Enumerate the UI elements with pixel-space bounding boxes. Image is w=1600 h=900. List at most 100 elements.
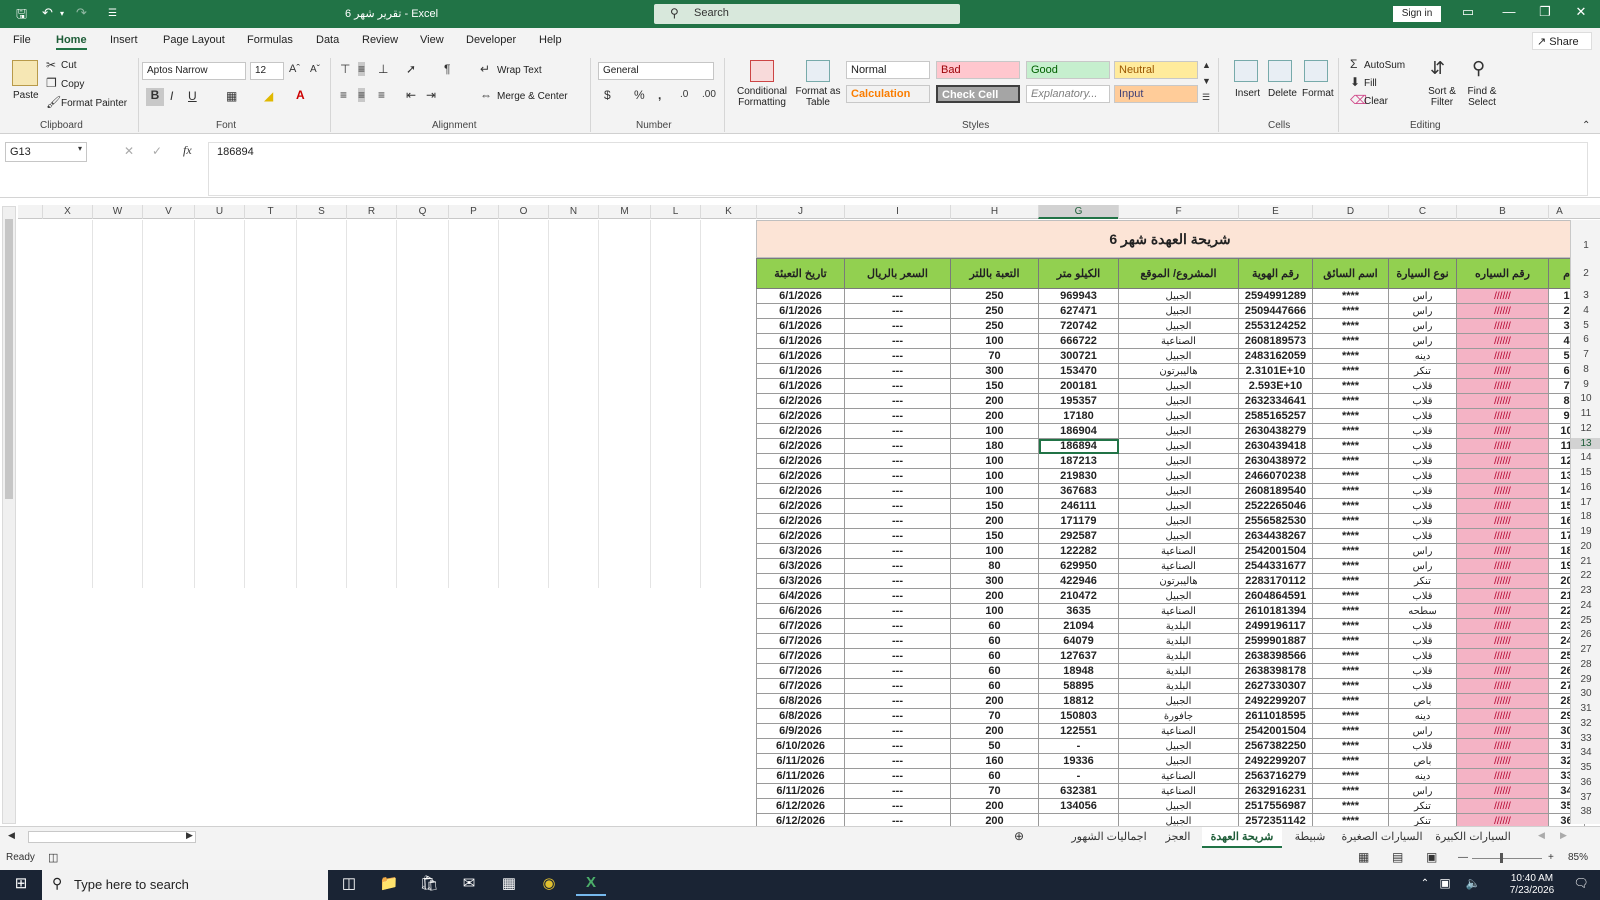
table-cell[interactable]: ////// (1456, 318, 1549, 334)
italic-icon[interactable]: I (170, 89, 173, 103)
row-header[interactable]: 7 (1571, 349, 1600, 360)
table-cell[interactable]: 2553124252 (1238, 318, 1313, 334)
table-cell[interactable]: --- (844, 618, 951, 634)
table-cell[interactable]: 50 (950, 738, 1039, 754)
find-select-button[interactable]: Find & Select (1462, 86, 1502, 108)
column-header[interactable]: T (244, 205, 296, 219)
table-cell[interactable]: قلاب (1388, 468, 1457, 484)
table-cell[interactable]: 200 (950, 588, 1039, 604)
conditional-formatting-button[interactable]: Conditional Formatting (734, 86, 790, 108)
table-cell[interactable]: **** (1312, 633, 1389, 649)
zoom-slider[interactable] (1472, 858, 1542, 859)
style-check-cell[interactable]: Check Cell (936, 85, 1020, 103)
table-cell[interactable]: ////// (1456, 798, 1549, 814)
delete-cells-icon[interactable] (1268, 60, 1292, 82)
table-cell[interactable]: **** (1312, 768, 1389, 784)
table-cell[interactable]: ////// (1456, 648, 1549, 664)
table-cell[interactable]: ////// (1456, 363, 1549, 379)
tab-developer[interactable]: Developer (466, 34, 516, 46)
table-cell[interactable]: **** (1312, 393, 1389, 409)
table-cell[interactable]: **** (1312, 498, 1389, 514)
column-header[interactable]: J (756, 205, 844, 219)
row-header[interactable]: 2 (1571, 268, 1600, 279)
table-cell[interactable]: 200 (950, 693, 1039, 709)
table-cell[interactable]: قلاب (1388, 423, 1457, 439)
share-button[interactable]: ↗ Share (1532, 32, 1592, 50)
table-cell[interactable]: ////// (1456, 408, 1549, 424)
table-cell[interactable]: 2542001504 (1238, 723, 1313, 739)
decrease-indent-icon[interactable]: ⇤ (406, 88, 416, 102)
normal-view-icon[interactable]: ▦ (1358, 850, 1369, 864)
table-cell[interactable]: 2604864591 (1238, 588, 1313, 604)
style-neutral[interactable]: Neutral (1114, 61, 1198, 79)
table-cell[interactable]: 122282 (1038, 543, 1119, 559)
table-cell[interactable]: 6/8/2026 (756, 693, 845, 709)
table-cell[interactable]: 6/11/2026 (756, 753, 845, 769)
underline-icon[interactable]: U (188, 89, 197, 103)
sheet-tab[interactable]: اجماليات الشهور (1066, 827, 1152, 848)
table-cell[interactable]: 6/7/2026 (756, 633, 845, 649)
table-cell[interactable]: 246111 (1038, 498, 1119, 514)
table-cell[interactable]: **** (1312, 618, 1389, 634)
scroll-left-icon[interactable]: ◀ (8, 830, 15, 841)
orientation-icon[interactable]: ➚ (406, 62, 416, 76)
table-cell[interactable]: 64079 (1038, 633, 1119, 649)
align-left-icon[interactable]: ≡ (340, 88, 347, 102)
table-cell[interactable]: --- (844, 648, 951, 664)
increase-font-icon[interactable]: Aˆ (289, 63, 300, 75)
table-cell[interactable]: الجبيل (1118, 693, 1239, 709)
table-cell[interactable]: --- (844, 573, 951, 589)
table-cell[interactable]: 720742 (1038, 318, 1119, 334)
table-cell[interactable]: 2638398566 (1238, 648, 1313, 664)
table-cell[interactable]: البلدية (1118, 663, 1239, 679)
sheet-tab[interactable]: شبيطة (1288, 827, 1332, 848)
zoom-slider-thumb[interactable] (1500, 853, 1503, 863)
row-header[interactable]: 27 (1571, 644, 1600, 655)
table-cell[interactable]: قلاب (1388, 633, 1457, 649)
notifications-icon[interactable]: 🗨 (1566, 876, 1596, 898)
cut-icon[interactable]: ✂ (46, 58, 56, 72)
table-cell[interactable]: 2585165257 (1238, 408, 1313, 424)
table-cell[interactable]: 6/7/2026 (756, 618, 845, 634)
table-cell[interactable]: --- (844, 768, 951, 784)
row-header[interactable]: 31 (1571, 703, 1600, 714)
table-cell[interactable]: 171179 (1038, 513, 1119, 529)
table-cell[interactable]: 6/2/2026 (756, 483, 845, 499)
decrease-font-icon[interactable]: Aˇ (310, 64, 320, 75)
row-header[interactable]: 33 (1571, 733, 1600, 744)
tab-page-layout[interactable]: Page Layout (163, 34, 225, 46)
table-cell[interactable]: --- (844, 393, 951, 409)
row-header[interactable]: 35 (1571, 762, 1600, 773)
sign-in-button[interactable]: Sign in (1393, 6, 1441, 22)
table-cell[interactable]: ////// (1456, 753, 1549, 769)
table-cell[interactable]: 6/2/2026 (756, 453, 845, 469)
table-cell[interactable]: راس (1388, 288, 1457, 304)
table-cell[interactable]: --- (844, 423, 951, 439)
row-header[interactable]: 11 (1571, 408, 1600, 419)
customize-quick-access-icon[interactable]: ☰ (108, 8, 117, 19)
table-cell[interactable]: ////// (1456, 468, 1549, 484)
tab-home[interactable]: Home (56, 34, 87, 50)
table-cell[interactable]: الجبيل (1118, 798, 1239, 814)
table-cell[interactable]: **** (1312, 753, 1389, 769)
collapse-ribbon-icon[interactable]: ⌃ (1582, 120, 1590, 131)
table-cell[interactable]: باص (1388, 693, 1457, 709)
table-cell[interactable]: 6/8/2026 (756, 708, 845, 724)
table-cell[interactable]: **** (1312, 333, 1389, 349)
decrease-decimal-icon[interactable]: .00 (702, 89, 716, 100)
table-cell[interactable]: 186894 (1038, 438, 1119, 454)
table-cell[interactable]: جافورة (1118, 708, 1239, 724)
clear-button[interactable]: Clear (1364, 96, 1388, 107)
autosum-icon[interactable]: Σ (1350, 57, 1357, 71)
table-cell[interactable]: 6/3/2026 (756, 558, 845, 574)
table-cell[interactable]: تنكر (1388, 573, 1457, 589)
table-cell[interactable]: 250 (950, 318, 1039, 334)
table-cell[interactable]: ////// (1456, 738, 1549, 754)
table-cell[interactable]: 6/1/2026 (756, 318, 845, 334)
font-color-icon[interactable]: A (296, 88, 305, 102)
wrap-text-button[interactable]: Wrap Text (497, 65, 542, 76)
table-cell[interactable]: الصناعية (1118, 603, 1239, 619)
table-cell[interactable]: 6/1/2026 (756, 363, 845, 379)
table-cell[interactable]: 6/1/2026 (756, 303, 845, 319)
table-cell[interactable]: 200181 (1038, 378, 1119, 394)
